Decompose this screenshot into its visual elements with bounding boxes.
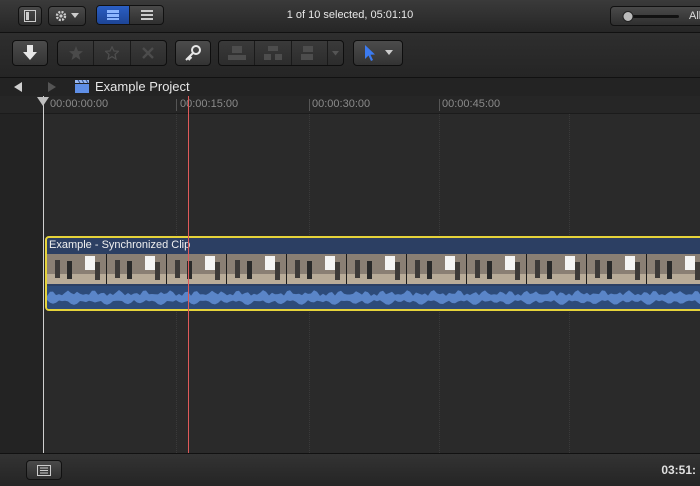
filmstrip-frame xyxy=(647,254,700,284)
key-icon xyxy=(185,45,201,61)
edit-group xyxy=(218,40,344,66)
playhead[interactable] xyxy=(43,96,44,453)
reject-button[interactable] xyxy=(131,41,166,65)
filmstrip-frame xyxy=(47,254,106,284)
ruler-tick xyxy=(309,99,310,111)
ruler-timecode: 00:00:00:00 xyxy=(50,98,109,110)
timeline-nav-bar: Example Project xyxy=(0,78,700,97)
keywords-button[interactable] xyxy=(175,40,211,66)
insert-clip-icon xyxy=(264,46,283,60)
project-name[interactable]: Example Project xyxy=(95,79,190,94)
filmstrip-frame xyxy=(467,254,526,284)
filmstrip-frame xyxy=(527,254,586,284)
ruler-tick xyxy=(439,99,440,111)
zoom-control[interactable]: All xyxy=(610,6,700,26)
audio-waveform xyxy=(47,286,700,309)
filmstrip-frame xyxy=(227,254,286,284)
selection-status: 1 of 10 selected, 05:01:10 xyxy=(286,9,414,21)
bottom-bar: 03:51: xyxy=(0,453,700,486)
append-clip-icon xyxy=(300,46,313,60)
chevron-down-icon xyxy=(385,50,393,55)
connect-button[interactable] xyxy=(219,41,256,65)
append-button[interactable] xyxy=(292,41,329,65)
back-arrow-icon[interactable] xyxy=(13,82,23,92)
ruler-tick xyxy=(176,99,177,111)
forward-arrow-icon[interactable] xyxy=(47,82,57,92)
filmstrip-frame xyxy=(407,254,466,284)
unrate-button[interactable] xyxy=(94,41,131,65)
filmstrip-frame xyxy=(167,254,226,284)
timeline-gutter xyxy=(0,114,43,453)
rating-group xyxy=(57,40,167,66)
edit-options-button[interactable] xyxy=(328,41,343,65)
import-button[interactable] xyxy=(12,40,48,66)
favorite-button[interactable] xyxy=(58,41,95,65)
arrow-pointer-icon xyxy=(365,45,375,61)
playhead-marker[interactable] xyxy=(37,97,49,106)
timeline-index-button[interactable] xyxy=(26,460,62,480)
skimmer-line xyxy=(188,96,189,453)
zoom-slider[interactable] xyxy=(621,10,681,22)
clapperboard-icon xyxy=(75,80,89,93)
insert-button[interactable] xyxy=(255,41,292,65)
down-arrow-icon xyxy=(23,45,37,60)
list-icon xyxy=(37,464,51,476)
outline-star-icon xyxy=(104,46,119,60)
connect-clip-icon xyxy=(227,46,246,60)
zoom-label: All xyxy=(689,10,700,22)
timeline-ruler[interactable]: 00:00:00:00 00:00:15:00 00:00:30:00 00:0… xyxy=(0,96,700,114)
filmstrip-frame xyxy=(287,254,346,284)
chevron-down-icon xyxy=(332,50,340,55)
filmstrip-frame xyxy=(347,254,406,284)
ruler-timecode: 00:00:30:00 xyxy=(312,98,371,110)
clip-filmstrip xyxy=(47,254,700,284)
timeline-duration: 03:51: xyxy=(661,463,696,477)
filmstrip-frame xyxy=(587,254,646,284)
toolbar xyxy=(0,33,700,78)
tool-selector-button[interactable] xyxy=(353,40,403,66)
waveform-shape xyxy=(47,290,700,305)
filmstrip-frame xyxy=(107,254,166,284)
synchronized-clip[interactable]: Example - Synchronized Clip xyxy=(45,236,700,311)
top-bar: 1 of 10 selected, 05:01:10 All xyxy=(0,0,700,33)
x-icon xyxy=(142,47,155,59)
star-icon xyxy=(68,46,83,60)
clip-title: Example - Synchronized Clip xyxy=(49,239,191,251)
ruler-timecode: 00:00:45:00 xyxy=(442,98,501,110)
